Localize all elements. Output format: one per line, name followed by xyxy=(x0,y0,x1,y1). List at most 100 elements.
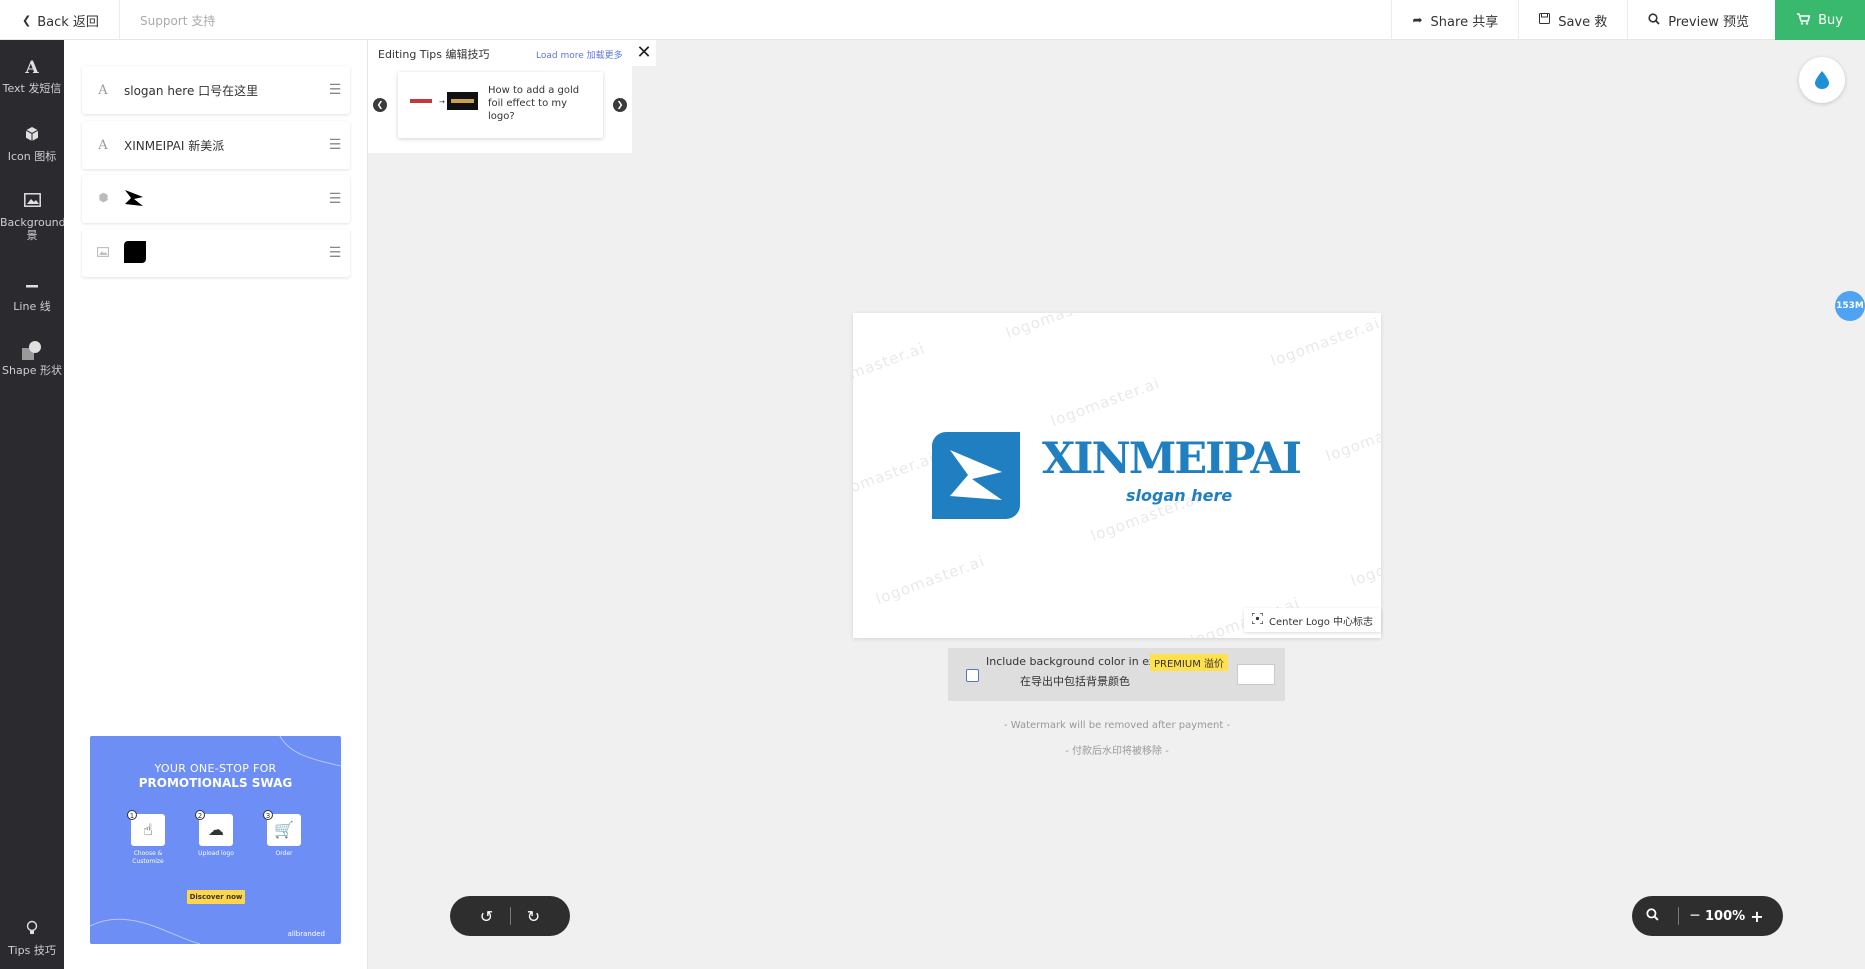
logo-slogan[interactable]: slogan here xyxy=(1126,486,1232,505)
drag-handle-icon[interactable]: ☰ xyxy=(320,137,350,153)
rail-item-label: Text 发短信 xyxy=(2,82,62,95)
preview-button[interactable]: Preview 预览 xyxy=(1627,0,1775,40)
include-background-label-cn: 在导出中包括背景颜色 xyxy=(1020,675,1130,688)
rail-item-tips[interactable]: Tips 技巧 xyxy=(0,920,64,957)
image-icon xyxy=(0,192,64,212)
rail-item-icon[interactable]: Icon 图标 xyxy=(0,126,64,163)
color-drop-button[interactable] xyxy=(1799,57,1845,103)
watermark-text: logomaster.ai xyxy=(1348,533,1381,591)
undo-icon[interactable]: ↺ xyxy=(464,907,510,926)
divider xyxy=(1678,907,1679,925)
cube-icon xyxy=(0,126,64,146)
layer-item-slogan[interactable]: A slogan here 口号在这里 ☰ xyxy=(82,66,350,114)
center-logo-button[interactable]: Center Logo 中心标志 xyxy=(1244,608,1381,632)
cart-icon xyxy=(1797,12,1811,28)
promo-step: 1 ☝ Choose & Customize xyxy=(127,810,166,866)
promo-steps: 1 ☝ Choose & Customize 2 ☁ Upload logo 3 🛒 … xyxy=(127,810,302,866)
tool-rail: A Text 发短信 Icon 图标 Background 景 Line 线 S… xyxy=(0,40,66,969)
save-label: Save 救 xyxy=(1558,14,1608,30)
buy-button[interactable]: Buy xyxy=(1775,0,1865,40)
cloud-upload-icon: ☁ xyxy=(208,820,224,839)
background-color-swatch[interactable] xyxy=(1237,664,1275,685)
share-button[interactable]: ➦ Share 共享 xyxy=(1391,0,1518,40)
hand-pointer-icon: ☝ xyxy=(143,820,153,839)
layer-item-background[interactable]: ☰ xyxy=(82,229,350,277)
rail-item-label: Icon 图标 xyxy=(7,150,57,163)
zoom-out-icon[interactable]: ─ xyxy=(1685,908,1705,924)
rail-item-line[interactable]: Line 线 xyxy=(0,276,64,313)
editing-tips-panel: Editing Tips 编辑技巧 Load more 加载更多 ✕ ❮ ❯ →… xyxy=(368,40,656,153)
next-arrow-icon[interactable]: ❯ xyxy=(613,98,627,112)
watermark-text: logomaster.ai xyxy=(873,551,988,609)
top-bar: ❮ Back 返回 Support 支持 ➦ Share 共享 Save 救 P… xyxy=(0,0,1865,40)
rail-item-label: Tips 技巧 xyxy=(8,944,56,957)
drag-handle-icon[interactable]: ☰ xyxy=(320,245,350,261)
text-icon: A xyxy=(25,58,39,78)
zoom-controls: ─ 100% + xyxy=(1632,896,1783,936)
rail-item-label: Shape 形状 xyxy=(2,364,62,377)
step-label: Upload logo xyxy=(198,850,234,857)
drag-handle-icon[interactable]: ☰ xyxy=(320,82,350,98)
step-label: Choose & Customize xyxy=(132,850,164,865)
promo-step: 3 🛒 Order xyxy=(263,810,302,866)
tip-thumbnail: → xyxy=(406,92,478,110)
promo-banner[interactable]: YOUR ONE-STOP FOR PROMOTIONALS SWAG 1 ☝ C… xyxy=(90,736,341,944)
memory-badge: 153M xyxy=(1835,291,1865,321)
rail-item-shape[interactable]: Shape 形状 xyxy=(0,340,64,377)
include-background-label: Include background color in exp xyxy=(986,655,1163,668)
lightbulb-icon xyxy=(0,920,64,940)
floppy-icon xyxy=(1539,13,1551,27)
premium-badge: PREMIUM 溢价 xyxy=(1150,654,1228,671)
watermark-text: logomaster.ai xyxy=(1268,313,1381,371)
load-more-link[interactable]: Load more 加载更多 xyxy=(536,48,623,61)
rail-item-label: Background 景 xyxy=(0,216,66,242)
save-button[interactable]: Save 救 xyxy=(1518,0,1627,40)
promo-step: 2 ☁ Upload logo xyxy=(195,810,234,866)
watermark-text: logomaster.ai xyxy=(1048,373,1163,431)
include-background-checkbox[interactable] xyxy=(966,669,979,682)
step-number: 1 xyxy=(127,810,137,820)
rail-item-text[interactable]: A Text 发短信 xyxy=(0,58,64,95)
layer-item-icon[interactable]: ☰ xyxy=(82,175,350,223)
rail-item-background[interactable]: Background 景 xyxy=(0,192,66,242)
center-logo-label: Center Logo 中心标志 xyxy=(1269,616,1373,628)
layers-panel: A slogan here 口号在这里 ☰ A XINMEIPAI 新美派 ☰ … xyxy=(64,40,368,969)
close-icon[interactable]: ✕ xyxy=(632,40,656,66)
text-layer-icon: A xyxy=(98,82,108,98)
layer-icon-preview xyxy=(124,188,320,211)
logo-canvas[interactable]: logomaster.ai logomaster.ai logomaster.a… xyxy=(853,313,1381,638)
prev-arrow-icon[interactable]: ❮ xyxy=(373,98,387,112)
support-link[interactable]: Support 支持 xyxy=(140,0,215,40)
cart-icon: 🛒 xyxy=(274,820,294,839)
drag-handle-icon[interactable]: ☰ xyxy=(320,191,350,207)
chevron-left-icon: ❮ xyxy=(22,13,32,27)
watermark-note: - Watermark will be removed after paymen… xyxy=(1003,720,1231,731)
svg-text:→: → xyxy=(439,98,445,106)
discover-now-button[interactable]: Discover now xyxy=(187,890,245,904)
cube-layer-icon xyxy=(82,192,124,207)
step-number: 2 xyxy=(195,810,205,820)
shape-icon xyxy=(0,340,64,360)
share-label: Share 共享 xyxy=(1430,14,1499,30)
step-label: Order xyxy=(275,850,293,857)
zoom-level: 100% xyxy=(1705,908,1746,924)
redo-icon[interactable]: ↻ xyxy=(511,907,557,926)
logo-icon[interactable] xyxy=(932,432,1020,519)
back-button[interactable]: ❮ Back 返回 xyxy=(0,0,120,40)
watermark-text: logomaster.ai xyxy=(853,338,928,396)
zoom-search-icon[interactable] xyxy=(1632,907,1672,925)
search-icon xyxy=(1648,12,1660,28)
tip-card[interactable]: → How to add a gold foil effect to my lo… xyxy=(398,72,603,138)
focus-icon xyxy=(1251,612,1264,627)
logo-company-name[interactable]: XINMEIPAI xyxy=(1042,435,1302,483)
watermark-text: logomaster.ai xyxy=(1323,408,1381,466)
zoom-in-icon[interactable]: + xyxy=(1745,907,1769,926)
share-icon: ➦ xyxy=(1412,13,1423,27)
watermark-text: logomaster.ai xyxy=(853,448,938,506)
layer-item-name[interactable]: A XINMEIPAI 新美派 ☰ xyxy=(82,121,350,169)
image-layer-icon xyxy=(82,246,124,261)
editing-tips-title: Editing Tips 编辑技巧 xyxy=(378,48,490,61)
watermark-note-cn: - 付款后水印将被移除 - xyxy=(1065,746,1169,757)
layer-name: XINMEIPAI 新美派 xyxy=(124,138,225,153)
include-background-option: Include background color in exp PREMIUM … xyxy=(948,648,1285,701)
